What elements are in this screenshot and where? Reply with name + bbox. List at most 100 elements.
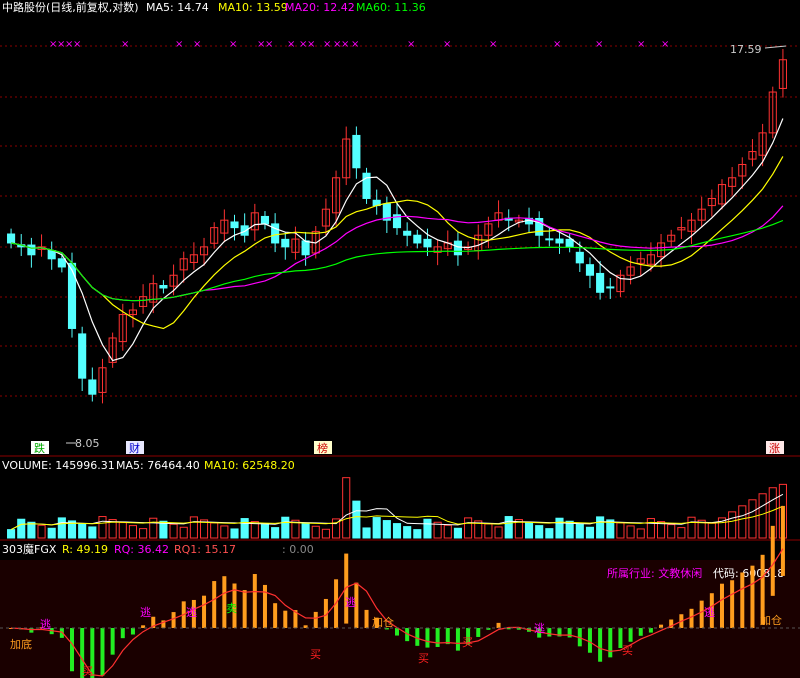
volume-bar-23 xyxy=(240,518,249,539)
indicator-bar-20 xyxy=(212,581,217,628)
volume-bar-11 xyxy=(118,522,127,539)
signal-x-mark-12: × xyxy=(307,39,315,50)
volume-bar-62 xyxy=(636,528,645,539)
signal-x-mark-18: × xyxy=(443,39,451,50)
signal-x-mark-10: × xyxy=(287,39,295,50)
volume-bar-45 xyxy=(464,517,473,539)
candle-body-29 xyxy=(301,240,310,256)
signal-escape-4: 逃 xyxy=(534,622,545,635)
candle-body-58 xyxy=(596,272,605,293)
volume-bar-13 xyxy=(139,528,148,539)
signal-add-1: 加仓 xyxy=(760,613,782,627)
event-label-bang: 榜 xyxy=(314,441,332,455)
volume-bar-26 xyxy=(271,527,280,539)
low-price-label: 8.05 xyxy=(75,437,100,450)
candle-body-44 xyxy=(453,240,462,256)
signal-x-mark-23: × xyxy=(661,39,669,50)
signal-marks: × × × × × × × × × × × × × × × × × × × × × × × × xyxy=(49,39,669,50)
ma10-label: MA10: 13.59 xyxy=(218,1,288,14)
volume-bar-40 xyxy=(413,529,422,539)
candle-body-0 xyxy=(7,233,16,244)
signal-x-mark-20: × xyxy=(553,39,561,50)
indicator-bar-55 xyxy=(567,628,572,638)
indicator-bar-12 xyxy=(130,628,135,635)
candle-body-5 xyxy=(57,258,66,268)
signal-sell-0: 卖 xyxy=(226,602,237,615)
volume-bar-69 xyxy=(707,522,716,539)
indicator-bar-61 xyxy=(628,628,633,642)
ma20-label: MA20: 12.42 xyxy=(285,1,355,14)
volume-bar-0 xyxy=(7,529,16,539)
indicator-bar-41 xyxy=(425,628,430,648)
ma5-line xyxy=(10,118,784,362)
ma10-line xyxy=(10,156,784,330)
ma-lines-group xyxy=(10,118,784,362)
volume-bar-37 xyxy=(382,520,391,539)
candle-body-41 xyxy=(423,238,432,248)
volume-label: VOLUME: 145996.31 xyxy=(2,459,115,472)
volume-bar-2 xyxy=(27,521,36,539)
volume-bar-17 xyxy=(179,526,188,539)
signal-x-mark-6: × xyxy=(193,39,201,50)
signal-x-mark-19: × xyxy=(489,39,497,50)
signal-x-mark-21: × xyxy=(595,39,603,50)
indicator-bar-58 xyxy=(598,628,603,662)
volume-bar-1 xyxy=(17,518,26,539)
candle-body-34 xyxy=(352,134,361,169)
signal-buy-0: 买 xyxy=(82,665,93,678)
indicator-bar-2 xyxy=(29,628,34,633)
stock-chart: 中路股份(日线,前复权,对数) MA5: 14.74 MA10: 13.59 M… xyxy=(0,0,800,678)
indicator-extra: : 0.00 xyxy=(282,543,314,556)
signal-buy-3: 买 xyxy=(462,636,473,649)
volume-bar-65 xyxy=(667,524,676,539)
candle-body-25 xyxy=(260,215,270,225)
volume-bar-71 xyxy=(728,511,737,539)
volume-bar-38 xyxy=(392,523,402,539)
candle-body-15 xyxy=(159,284,168,289)
indicator-bar-70 xyxy=(719,583,724,628)
volume-bar-57 xyxy=(585,526,595,539)
candle-body-8 xyxy=(88,379,97,395)
volume-bars xyxy=(7,477,787,539)
indicator-bar-24 xyxy=(252,574,257,628)
candle-body-53 xyxy=(545,238,554,241)
candle-body-55 xyxy=(565,238,574,248)
signal-x-mark-13: × xyxy=(323,39,331,50)
indicator-bar-64 xyxy=(659,624,664,628)
candle-body-57 xyxy=(585,264,595,276)
candles-group xyxy=(7,49,787,404)
indicator-bar-57 xyxy=(587,628,592,653)
volume-bar-56 xyxy=(575,523,584,539)
volume-bar-72 xyxy=(738,505,747,539)
indicator-bar-73 xyxy=(750,565,755,628)
volume-bar-47 xyxy=(484,523,493,539)
signal-escape-1: 逃 xyxy=(140,606,151,619)
volume-bar-21 xyxy=(220,525,229,539)
ma60-label: MA60: 11.36 xyxy=(356,1,426,14)
volume-bar-14 xyxy=(149,517,158,539)
candle-body-54 xyxy=(555,238,564,244)
volume-bar-67 xyxy=(687,516,696,539)
indicator-bar-10 xyxy=(110,628,115,655)
volume-bar-43 xyxy=(443,524,452,539)
volume-bar-53 xyxy=(545,528,554,539)
volume-bar-34 xyxy=(352,500,361,539)
signal-escape-5: 逃 xyxy=(704,606,715,619)
svg-text:跌: 跌 xyxy=(34,441,45,455)
volume-bar-44 xyxy=(453,527,462,539)
volume-bar-31 xyxy=(321,528,330,539)
indicator-rq1: RQ1: 15.17 xyxy=(174,543,236,556)
volume-bar-33 xyxy=(342,477,351,539)
indicator-bar-27 xyxy=(283,610,288,628)
volume-bar-48 xyxy=(494,526,503,539)
indicator-bar-62 xyxy=(638,628,643,636)
stock-title: 中路股份(日线,前复权,对数) xyxy=(2,0,139,14)
indicator-bar-16 xyxy=(171,612,176,628)
volume-bar-58 xyxy=(596,516,605,539)
ma5-label: MA5: 14.74 xyxy=(146,1,209,14)
signal-add-bottom: 加底 xyxy=(10,637,32,651)
signal-escape-2: 逃 xyxy=(186,606,197,619)
volume-bar-29 xyxy=(301,522,310,539)
volume-bar-5 xyxy=(57,517,66,539)
indicator-bar-72 xyxy=(740,572,745,628)
